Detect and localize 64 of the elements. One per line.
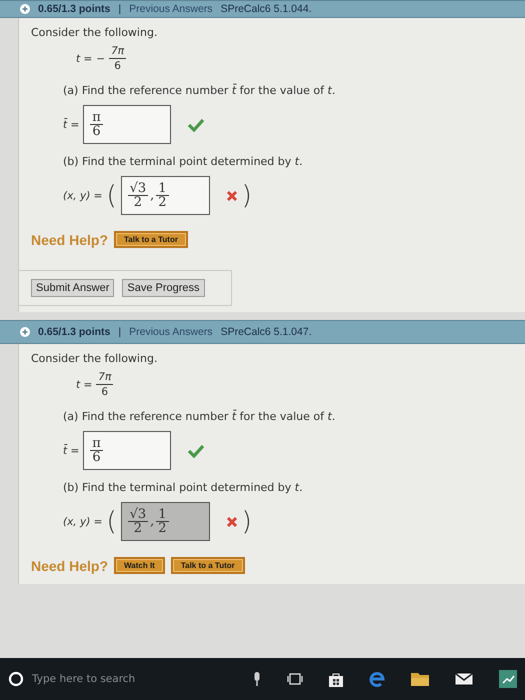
denominator: 2 (132, 522, 144, 536)
shopping-bag-icon[interactable] (329, 672, 343, 686)
equation-label: t = (76, 53, 92, 65)
problem-code: SPreCalc6 5.1.044. (220, 3, 312, 15)
denominator: 6 (113, 59, 122, 73)
question-text: (a) Find the reference number t̄ for the value of t. (63, 410, 336, 423)
prompt-text: Consider the following. (31, 352, 158, 365)
denominator: 2 (157, 522, 168, 536)
parenthesis: ( (106, 182, 117, 208)
question-text: (a) Find the reference number t̄ for the value of t. (63, 84, 336, 97)
action-button[interactable]: Submit Answer (31, 279, 114, 297)
envelope-icon[interactable] (455, 673, 473, 685)
question-text: (b) Find the terminal point determined by t. (63, 481, 304, 494)
numerator: 7π (109, 45, 126, 59)
comma: , (150, 188, 154, 203)
help-button[interactable]: Talk to a Tutor (114, 231, 188, 248)
action-button[interactable]: Save Progress (122, 279, 205, 297)
browser-icon[interactable] (369, 671, 385, 687)
prompt-text: Consider the following. (31, 26, 158, 39)
parenthesis: ) (242, 508, 252, 534)
need-help-label: Need Help? (31, 232, 108, 248)
answer-label: t̄ = (63, 118, 80, 130)
answer-label: (x, y) = (63, 516, 102, 528)
previous-answers-link[interactable]: Previous Answers (129, 3, 213, 15)
numerator: 7π (96, 371, 114, 385)
numerator: π (90, 436, 103, 450)
answer-label: (x, y) = (63, 190, 102, 202)
divider-text: | (118, 326, 122, 338)
answer-box[interactable]: π 6 (83, 431, 172, 470)
divider-text: | (118, 3, 122, 15)
numerator: 1 (156, 508, 169, 522)
expand-icon[interactable] (20, 4, 30, 14)
minus-sign: − (96, 53, 106, 65)
problem-code: SPreCalc6 5.1.047. (220, 326, 312, 338)
microphone-icon[interactable] (253, 672, 261, 686)
numerator: √3 (128, 182, 148, 196)
parenthesis: ( (106, 508, 117, 534)
numerator: π (90, 110, 103, 124)
points-text: 0.65/1.3 points (38, 326, 110, 338)
parenthesis: ) (242, 182, 252, 208)
folder-icon[interactable] (411, 672, 429, 686)
numerator: 1 (156, 182, 169, 196)
denominator: 6 (100, 385, 110, 399)
numerator: √3 (128, 508, 148, 522)
help-button[interactable]: Talk to a Tutor (170, 557, 245, 574)
denominator: 6 (91, 124, 102, 138)
search-placeholder: Type here to search (32, 673, 136, 685)
help-button[interactable]: Watch It (114, 557, 165, 574)
expand-icon[interactable] (20, 327, 30, 337)
question-text: (b) Find the terminal point determined by t. (63, 155, 304, 168)
denominator: 6 (91, 450, 102, 464)
app-tile-icon[interactable] (499, 670, 517, 688)
previous-answers-link[interactable]: Previous Answers (129, 326, 213, 338)
answer-label: t̄ = (63, 444, 80, 456)
task-view-icon[interactable] (287, 673, 303, 685)
denominator: 2 (132, 196, 144, 210)
equation-label: t = (76, 379, 92, 391)
need-help-label: Need Help? (31, 558, 108, 574)
search-icon (8, 671, 24, 687)
search-field[interactable]: Type here to search (6, 658, 233, 700)
denominator: 2 (157, 196, 168, 210)
answer-box[interactable]: π 6 (83, 105, 172, 144)
points-text: 0.65/1.3 points (38, 3, 110, 15)
comma: , (150, 514, 154, 529)
